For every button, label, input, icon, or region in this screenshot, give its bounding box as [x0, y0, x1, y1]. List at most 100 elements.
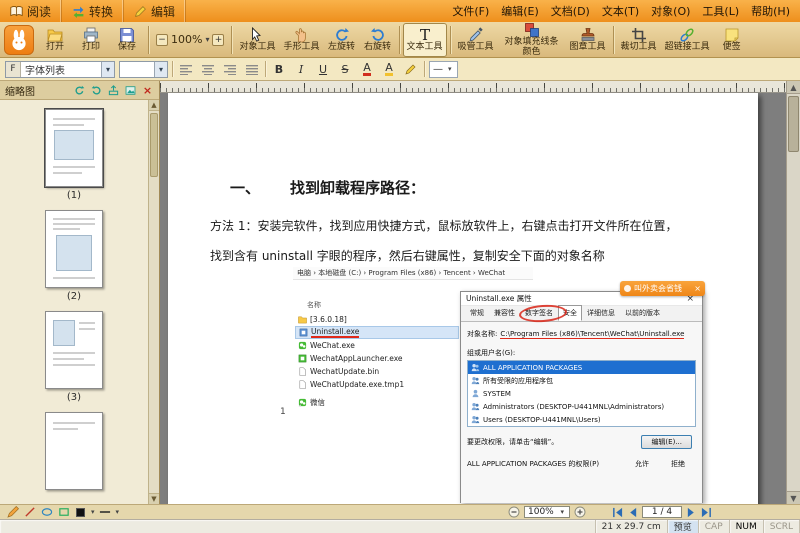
last-page-icon[interactable] [701, 507, 712, 518]
page-number-box[interactable]: 1 / 4 [642, 506, 682, 518]
draw-rectangle-icon [58, 506, 70, 518]
strikethrough-button[interactable]: S [336, 61, 354, 78]
thumb-scroll-up-icon[interactable]: ▲ [149, 100, 159, 111]
doc-heading-text: 找到卸载程序路径： [290, 179, 425, 197]
font-size-select[interactable]: ▾ [119, 61, 168, 78]
preview-mode-indicator[interactable]: 预览 [668, 520, 699, 533]
zoom-value[interactable]: 100% [171, 33, 202, 46]
thumbnail-page-2[interactable] [45, 210, 103, 288]
zoom-caret-icon[interactable]: ▾ [205, 35, 209, 44]
next-page-icon[interactable] [686, 507, 697, 518]
underline-button[interactable]: U [314, 61, 332, 78]
thumb-scroll-down-icon[interactable]: ▼ [149, 493, 159, 504]
hand-tool-button[interactable]: 手形工具 [279, 23, 323, 57]
line-width-button[interactable] [97, 506, 114, 519]
thumb-scroll-thumb[interactable] [150, 113, 158, 177]
print-button[interactable]: 打印 [73, 23, 109, 57]
menu-help[interactable]: 帮助(H) [745, 3, 796, 19]
tab-read[interactable]: 阅读 [0, 0, 62, 22]
menu-object[interactable]: 对象(O) [645, 3, 696, 19]
thumb-rotate-right-icon[interactable] [90, 84, 103, 97]
align-center-icon [202, 64, 215, 75]
draw-rectangle-button[interactable] [55, 506, 72, 519]
panel-close-icon[interactable]: × [141, 84, 154, 97]
rotate-right-button[interactable]: 右旋转 [360, 23, 396, 57]
menu-file[interactable]: 文件(F) [446, 3, 495, 19]
prev-page-icon[interactable] [627, 507, 638, 518]
document-vertical-scrollbar[interactable]: ▲ ▼ [786, 81, 800, 504]
draw-ellipse-button[interactable] [38, 506, 55, 519]
align-justify-button[interactable] [243, 61, 261, 78]
properties-dialog-tabs: 常规 兼容性 数字签名 安全 详细信息 以前的版本 [461, 306, 702, 322]
note-tool-button[interactable]: 便签 [714, 23, 750, 57]
menu-document[interactable]: 文档(D) [545, 3, 596, 19]
bottom-zoom-controls: 100%▾ [508, 506, 586, 518]
thumb-export-icon[interactable] [107, 84, 120, 97]
fill-stroke-color-button[interactable]: 对象填充线条颜色 [498, 23, 566, 57]
scroll-up-icon[interactable]: ▲ [787, 81, 800, 94]
font-family-select[interactable]: F 字体列表 ▾ [5, 61, 115, 78]
line-width-caret-icon[interactable]: ▾ [114, 508, 122, 516]
highlight-color-button[interactable]: A [385, 62, 393, 76]
thumb-image-icon[interactable] [124, 84, 137, 97]
menu-tools[interactable]: 工具(L) [696, 3, 745, 19]
thumb-rotate-left-icon[interactable] [73, 84, 86, 97]
align-left-button[interactable] [177, 61, 195, 78]
align-right-button[interactable] [221, 61, 239, 78]
format-pen-button[interactable] [402, 61, 420, 78]
line-width-icon [99, 506, 111, 518]
toast-close-icon: × [694, 284, 701, 293]
stroke-color-button[interactable] [72, 506, 89, 519]
doc-margin-note: 1 [280, 407, 286, 417]
bottom-zoom-select[interactable]: 100%▾ [524, 506, 570, 518]
format-toolbar: F 字体列表 ▾ ▾ B I U S A A — ▾ [0, 58, 800, 81]
stamp-tool-button[interactable]: 图章工具 [566, 23, 610, 57]
zoom-in-button[interactable]: + [212, 34, 224, 46]
book-icon [10, 5, 23, 18]
first-page-icon[interactable] [612, 507, 623, 518]
crop-tool-button[interactable]: 裁切工具 [617, 23, 661, 57]
thumbnail-label-1: (1) [67, 190, 81, 201]
font-prefix: F [6, 62, 21, 77]
draw-pencil-button[interactable] [4, 506, 21, 519]
line-style-value: — [433, 64, 443, 75]
tab-convert[interactable]: 转换 [62, 0, 124, 22]
scroll-down-icon[interactable]: ▼ [787, 491, 800, 504]
file-row-update-bin: WechatUpdate.bin [295, 365, 459, 378]
menu-edit[interactable]: 编辑(E) [495, 3, 545, 19]
align-center-button[interactable] [199, 61, 217, 78]
save-button[interactable]: 保存 [109, 23, 145, 57]
bold-button[interactable]: B [270, 61, 288, 78]
align-left-icon [180, 64, 193, 75]
zoom-out-button[interactable]: − [156, 34, 168, 46]
rotate-left-button[interactable]: 左旋转 [324, 23, 360, 57]
eyedropper-tool-button[interactable]: 吸管工具 [454, 23, 498, 57]
object-tool-button[interactable]: 对象工具 [235, 23, 279, 57]
thumbnail-list: (1) (2) (3) [0, 100, 159, 504]
italic-button[interactable]: I [292, 61, 310, 78]
thumbnail-page-3[interactable] [45, 311, 103, 389]
text-tool-button[interactable]: T 文本工具 [403, 23, 447, 57]
document-page[interactable]: 一、找到卸载程序路径： 方法 1：安装完软件，找到应用快捷方式，鼠标放软件上，右… [168, 93, 758, 504]
thumbnail-scrollbar[interactable]: ▲ ▼ [148, 100, 159, 504]
open-button[interactable]: 打开 [37, 23, 73, 57]
font-size-caret-icon[interactable]: ▾ [154, 62, 167, 77]
group-users-icon [471, 363, 480, 372]
svg-text:T: T [419, 27, 429, 43]
doc-heading: 一、找到卸载程序路径： [230, 177, 425, 198]
status-message-area [0, 520, 596, 533]
scroll-thumb[interactable] [788, 96, 799, 152]
tab-edit[interactable]: 编辑 [124, 0, 186, 22]
thumbnail-page-4[interactable] [45, 412, 103, 490]
hyperlink-tool-button[interactable]: 超链接工具 [661, 23, 714, 57]
menu-text[interactable]: 文本(T) [596, 3, 645, 19]
zoom-out-icon[interactable] [508, 506, 520, 518]
stroke-color-caret-icon[interactable]: ▾ [89, 508, 97, 516]
thumbnail-label-2: (2) [67, 291, 81, 302]
font-family-caret-icon[interactable]: ▾ [101, 62, 114, 77]
draw-line-button[interactable] [21, 506, 38, 519]
line-style-select[interactable]: — ▾ [429, 61, 458, 78]
zoom-in-icon[interactable] [574, 506, 586, 518]
font-color-button[interactable]: A [363, 62, 371, 76]
thumbnail-page-1[interactable] [45, 109, 103, 187]
